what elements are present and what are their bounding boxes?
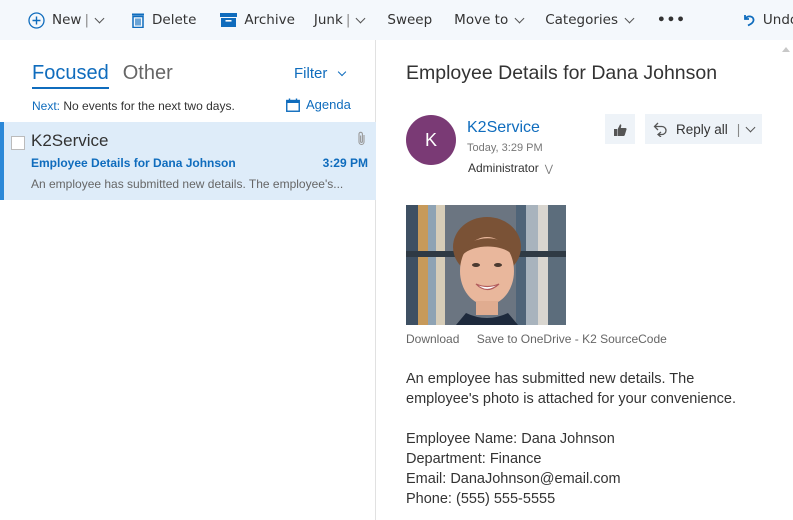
- filter-button[interactable]: Filter: [294, 65, 347, 82]
- undo-icon: [742, 13, 756, 27]
- download-link[interactable]: Download: [406, 332, 459, 346]
- reply-all-label: Reply all: [676, 121, 728, 137]
- message-list-pane: Focused Other Filter Next: No events for…: [0, 40, 376, 520]
- message-sender: K2Service: [31, 131, 109, 150]
- email-body: An employee has submitted new details. T…: [406, 369, 736, 509]
- select-checkbox[interactable]: [11, 136, 25, 150]
- new-label: New: [52, 12, 82, 28]
- move-to-label: Move to: [454, 12, 509, 28]
- chevron-down-icon[interactable]: [94, 13, 105, 23]
- undo-label: Undo: [762, 12, 793, 28]
- chevron-down-icon[interactable]: [355, 13, 366, 23]
- undo-button[interactable]: Undo: [742, 0, 793, 40]
- reply-all-button[interactable]: Reply all |: [645, 114, 762, 144]
- tab-focused[interactable]: Focused: [32, 62, 109, 89]
- separator: |: [84, 12, 90, 28]
- separator: |: [345, 12, 351, 28]
- command-toolbar: New | Delete Archive Junk | Sweep Move t…: [0, 0, 793, 40]
- message-preview: An employee has submitted new details. T…: [31, 177, 344, 191]
- save-to-onedrive-link[interactable]: Save to OneDrive - K2 SourceCode: [477, 332, 667, 346]
- body-line: employee's photo is attached for your co…: [406, 391, 737, 407]
- body-line: An employee has submitted new details. T…: [406, 371, 695, 387]
- message-list-item[interactable]: K2Service Employee Details for Dana John…: [0, 122, 376, 200]
- agenda-button[interactable]: Agenda: [286, 97, 351, 112]
- tab-other[interactable]: Other: [123, 62, 173, 89]
- employee-photo-attachment[interactable]: [406, 205, 566, 325]
- more-options-button[interactable]: •••: [657, 0, 686, 40]
- next-text: No events for the next two days.: [63, 99, 235, 113]
- move-to-button[interactable]: Move to: [454, 0, 525, 40]
- sweep-label: Sweep: [387, 12, 433, 28]
- recipients[interactable]: Administrator ⋁: [468, 161, 553, 175]
- filter-label: Filter: [294, 65, 328, 82]
- next-events: Next: No events for the next two days.: [32, 99, 235, 113]
- message-subject: Employee Details for Dana Johnson: [31, 156, 236, 170]
- plus-circle-icon: [28, 11, 45, 29]
- email-subject-heading: Employee Details for Dana Johnson: [406, 62, 718, 84]
- reply-options-chevron-icon[interactable]: [745, 122, 756, 132]
- phone-line: Phone: (555) 555-5555: [406, 491, 556, 507]
- expand-recipients-icon[interactable]: ⋁: [545, 164, 553, 175]
- archive-icon: [220, 13, 238, 27]
- agenda-label: Agenda: [306, 97, 351, 112]
- calendar-icon: [286, 98, 300, 112]
- email-line: Email: DanaJohnson@email.com: [406, 471, 621, 487]
- reply-all-icon: [653, 122, 668, 137]
- archive-button[interactable]: Archive: [220, 0, 295, 40]
- reading-pane-scrollbar[interactable]: [779, 40, 793, 520]
- reading-pane: Employee Details for Dana Johnson K K2Se…: [377, 40, 793, 520]
- sender-avatar[interactable]: K: [406, 115, 456, 165]
- like-button[interactable]: [605, 114, 635, 144]
- delete-label: Delete: [152, 12, 197, 28]
- junk-button[interactable]: Junk |: [313, 0, 366, 40]
- sweep-button[interactable]: Sweep: [387, 0, 432, 40]
- chevron-down-icon: [338, 67, 347, 76]
- delete-button[interactable]: Delete: [131, 0, 196, 40]
- separator: |: [736, 121, 741, 137]
- department-line: Department: Finance: [406, 451, 542, 467]
- sender-name-link[interactable]: K2Service: [467, 119, 540, 137]
- paperclip-icon: [357, 131, 366, 150]
- categories-label: Categories: [545, 12, 618, 28]
- thumbs-up-icon: [613, 123, 627, 136]
- employee-name-line: Employee Name: Dana Johnson: [406, 431, 615, 447]
- more-icon: •••: [657, 12, 686, 28]
- chevron-down-icon: [624, 13, 635, 23]
- attachment-actions: Download Save to OneDrive - K2 SourceCod…: [406, 332, 681, 346]
- new-button[interactable]: New |: [28, 0, 105, 40]
- chevron-down-icon: [514, 13, 525, 23]
- inbox-tabs: Focused Other: [32, 62, 173, 89]
- archive-label: Archive: [244, 12, 295, 28]
- next-label: Next:: [32, 99, 61, 113]
- categories-button[interactable]: Categories: [545, 0, 635, 40]
- scroll-up-arrow-icon[interactable]: [782, 47, 790, 52]
- message-time: 3:29 PM: [322, 156, 368, 170]
- junk-label: Junk: [313, 12, 343, 28]
- trash-icon: [131, 12, 145, 28]
- email-date: Today, 3:29 PM: [467, 142, 543, 154]
- recipient-name: Administrator: [468, 161, 539, 175]
